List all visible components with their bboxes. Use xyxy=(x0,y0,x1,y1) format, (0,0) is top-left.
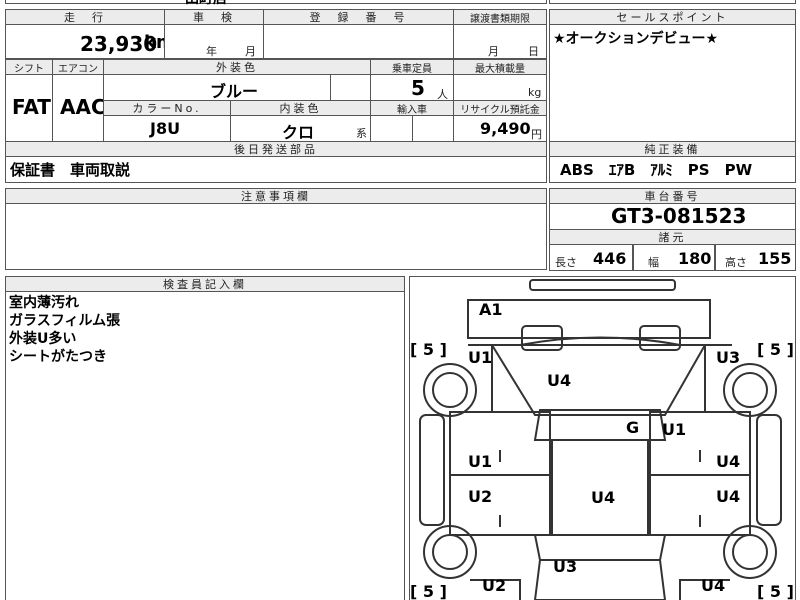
diagram-rear-door-r: U4 xyxy=(716,487,741,506)
diagram-fender-r: U3 xyxy=(716,348,741,367)
diagram-front-door-r: U4 xyxy=(716,452,741,471)
diagram-front-door-l: U1 xyxy=(468,452,493,471)
diagram-windshield-damage: U1 xyxy=(662,420,687,439)
diagram-windshield: G xyxy=(626,418,640,437)
diagram-trunk: U3 xyxy=(553,557,578,576)
diagram-tire-rl: [ 5 ] xyxy=(410,582,447,600)
car-diagram xyxy=(419,279,782,600)
diagram-tire-fl: [ 5 ] xyxy=(410,340,447,359)
diagram-hood: U4 xyxy=(547,371,572,390)
diagram-tire-rr: [ 5 ] xyxy=(757,582,794,600)
diagram-roof: U4 xyxy=(591,488,616,507)
diagram-label-front: A1 xyxy=(479,300,503,319)
diagram-rear-l: U2 xyxy=(482,576,507,595)
diagram-rear-door-l: U2 xyxy=(468,487,493,506)
diagram-tire-fr: [ 5 ] xyxy=(757,340,794,359)
diagram-rear-r: U4 xyxy=(701,576,726,595)
diagram-fender-l: U1 xyxy=(468,348,493,367)
